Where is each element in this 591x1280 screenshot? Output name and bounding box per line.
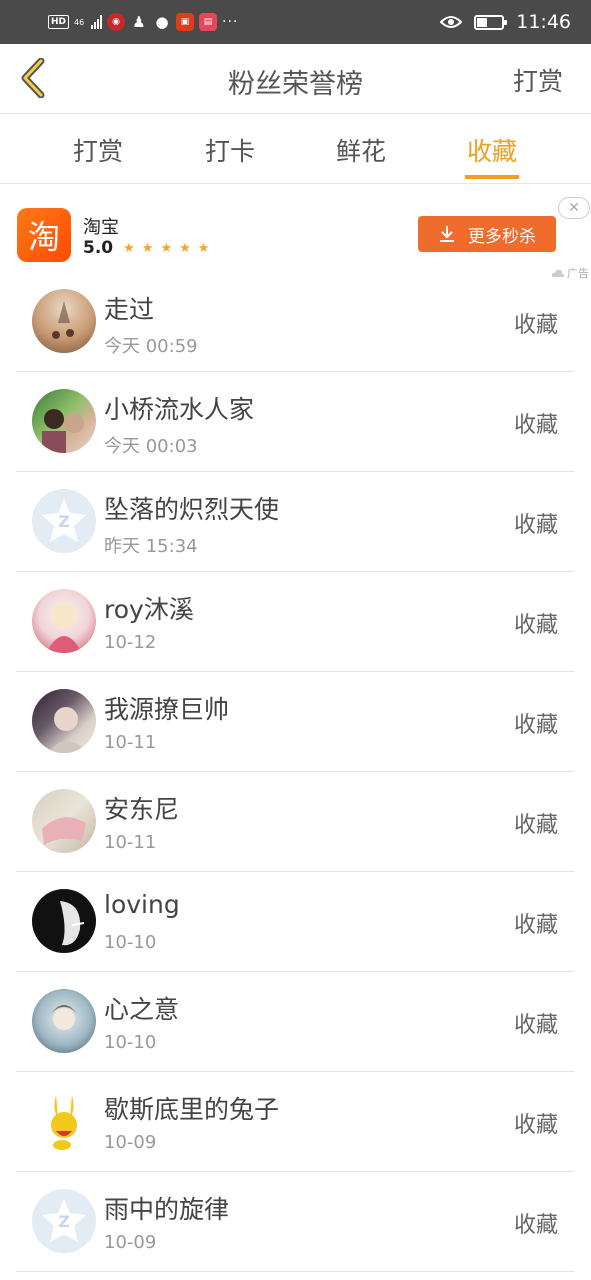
eye-comfort-icon	[440, 16, 463, 28]
avatar[interactable]	[32, 789, 96, 853]
star-icon: ★	[141, 240, 154, 256]
favorite-time: 昨天 15:34	[104, 536, 198, 557]
taobao-logo: 淘	[17, 208, 71, 262]
list-item[interactable]: 心之意 10-10 收藏	[16, 972, 574, 1072]
star-icon: ★	[160, 240, 173, 256]
ad-close-button[interactable]: ✕	[558, 197, 590, 219]
favorite-time: 10-11	[104, 832, 157, 853]
battery-icon	[474, 14, 508, 30]
list-item[interactable]: 安东尼 10-11 收藏	[16, 772, 574, 872]
book-app-icon: ▤	[199, 13, 218, 31]
ad-app-name: 淘宝	[83, 217, 119, 238]
user-name: 走过	[104, 295, 155, 324]
favorite-time: 10-10	[104, 932, 157, 953]
user-name: 歇斯底里的兔子	[104, 1095, 280, 1124]
avatar[interactable]	[32, 589, 96, 653]
ad-cta-button[interactable]: 更多秒杀	[418, 216, 556, 252]
list-item[interactable]: loving 10-10 收藏	[16, 872, 574, 972]
list-item[interactable]: roy沐溪 10-12 收藏	[16, 572, 574, 672]
shop-app-icon: ▣	[176, 13, 195, 31]
user-name: 雨中的旋律	[104, 1195, 230, 1224]
network-type: 46	[74, 17, 85, 27]
tab-reward[interactable]: 打赏	[58, 132, 138, 168]
ad-cta-label: 更多秒杀	[468, 226, 536, 247]
tab-bar: 打赏 打卡 鲜花 收藏	[0, 114, 591, 184]
favorite-label: 收藏	[513, 1113, 558, 1138]
status-right: 11:46	[440, 10, 571, 34]
favorite-time: 10-11	[104, 732, 157, 753]
avatar[interactable]	[32, 289, 96, 353]
list-item[interactable]: 歇斯底里的兔子 10-09 收藏	[16, 1072, 574, 1172]
user-name: 安东尼	[104, 795, 180, 824]
svg-text:Z: Z	[58, 1212, 70, 1231]
tab-checkin[interactable]: 打卡	[190, 132, 270, 168]
user-name: 坠落的炽烈天使	[104, 495, 280, 524]
favorite-label: 收藏	[513, 613, 558, 638]
favorite-time: 今天 00:03	[104, 436, 198, 457]
avatar[interactable]	[32, 689, 96, 753]
avatar[interactable]	[32, 389, 96, 453]
favorite-label: 收藏	[513, 513, 558, 538]
ad-rating: 5.0 ★ ★ ★ ★ ★	[83, 238, 209, 258]
list-item[interactable]: 走过 今天 00:59 收藏	[16, 272, 574, 372]
list-item[interactable]: 我源撩巨帅 10-11 收藏	[16, 672, 574, 772]
user-name: 我源撩巨帅	[104, 695, 230, 724]
star-icon: ★	[179, 240, 191, 256]
default-avatar-icon[interactable]: Z	[32, 489, 96, 553]
user-name: 心之意	[104, 995, 180, 1024]
default-avatar-icon[interactable]: Z	[32, 1189, 96, 1253]
star-icon: ★	[123, 240, 135, 256]
hd-badge: HD	[48, 15, 70, 29]
notification-app-icon: ◉	[107, 13, 126, 31]
favorite-label: 收藏	[513, 413, 558, 438]
tab-favorites[interactable]: 收藏	[452, 132, 532, 168]
list-item[interactable]: Z 坠落的炽烈天使 昨天 15:34 收藏	[16, 472, 574, 572]
ad-banner[interactable]: 淘 淘宝 5.0 ★ ★ ★ ★ ★ 更多秒杀 ✕ 广告	[0, 184, 591, 280]
avatar[interactable]	[32, 989, 96, 1053]
favorite-label: 收藏	[513, 313, 558, 338]
star-icon: ★	[197, 240, 210, 256]
favorite-time: 10-12	[104, 632, 157, 653]
favorite-label: 收藏	[513, 1213, 558, 1238]
user-name: loving	[104, 890, 180, 919]
favorite-label: 收藏	[513, 1013, 558, 1038]
status-bar: HD 46 ◉ ♟ ● ▣ ▤ ··· 11:46	[0, 0, 591, 44]
rabbit-avatar[interactable]	[32, 1089, 96, 1153]
reward-button[interactable]: 打赏	[513, 62, 563, 98]
favorite-label: 收藏	[513, 813, 558, 838]
user-name: 小桥流水人家	[104, 395, 255, 424]
tab-flowers[interactable]: 鲜花	[321, 132, 401, 168]
clock: 11:46	[516, 11, 571, 33]
more-notifications-icon: ···	[222, 14, 239, 30]
favorite-time: 10-10	[104, 1032, 157, 1053]
avatar[interactable]	[32, 889, 96, 953]
svg-text:Z: Z	[58, 512, 70, 531]
signal-icon	[91, 15, 103, 29]
page-title: 粉丝荣誉榜	[228, 69, 363, 100]
download-icon	[440, 226, 454, 242]
nav-header: 粉丝荣誉榜 打赏	[0, 44, 591, 114]
list-item[interactable]: Z 雨中的旋律 10-09 收藏	[16, 1172, 574, 1272]
favorite-time: 10-09	[104, 1232, 157, 1253]
list-item[interactable]: 小桥流水人家 今天 00:03 收藏	[16, 372, 574, 472]
favorite-label: 收藏	[513, 713, 558, 738]
favorite-time: 今天 00:59	[104, 336, 198, 357]
fan-list: 走过 今天 00:59 收藏 小桥流水人家 今天 00:03 收藏 Z 坠落的炽…	[0, 272, 591, 1272]
message-icon: ●	[155, 13, 169, 31]
ad-score: 5.0	[83, 238, 114, 258]
favorite-time: 10-09	[104, 1132, 157, 1153]
active-tab-indicator	[465, 175, 519, 179]
user-name: roy沐溪	[104, 595, 194, 624]
favorite-label: 收藏	[513, 913, 558, 938]
status-left: HD 46 ◉ ♟ ● ▣ ▤ ···	[48, 11, 238, 33]
qq-icon: ♟	[132, 13, 146, 31]
